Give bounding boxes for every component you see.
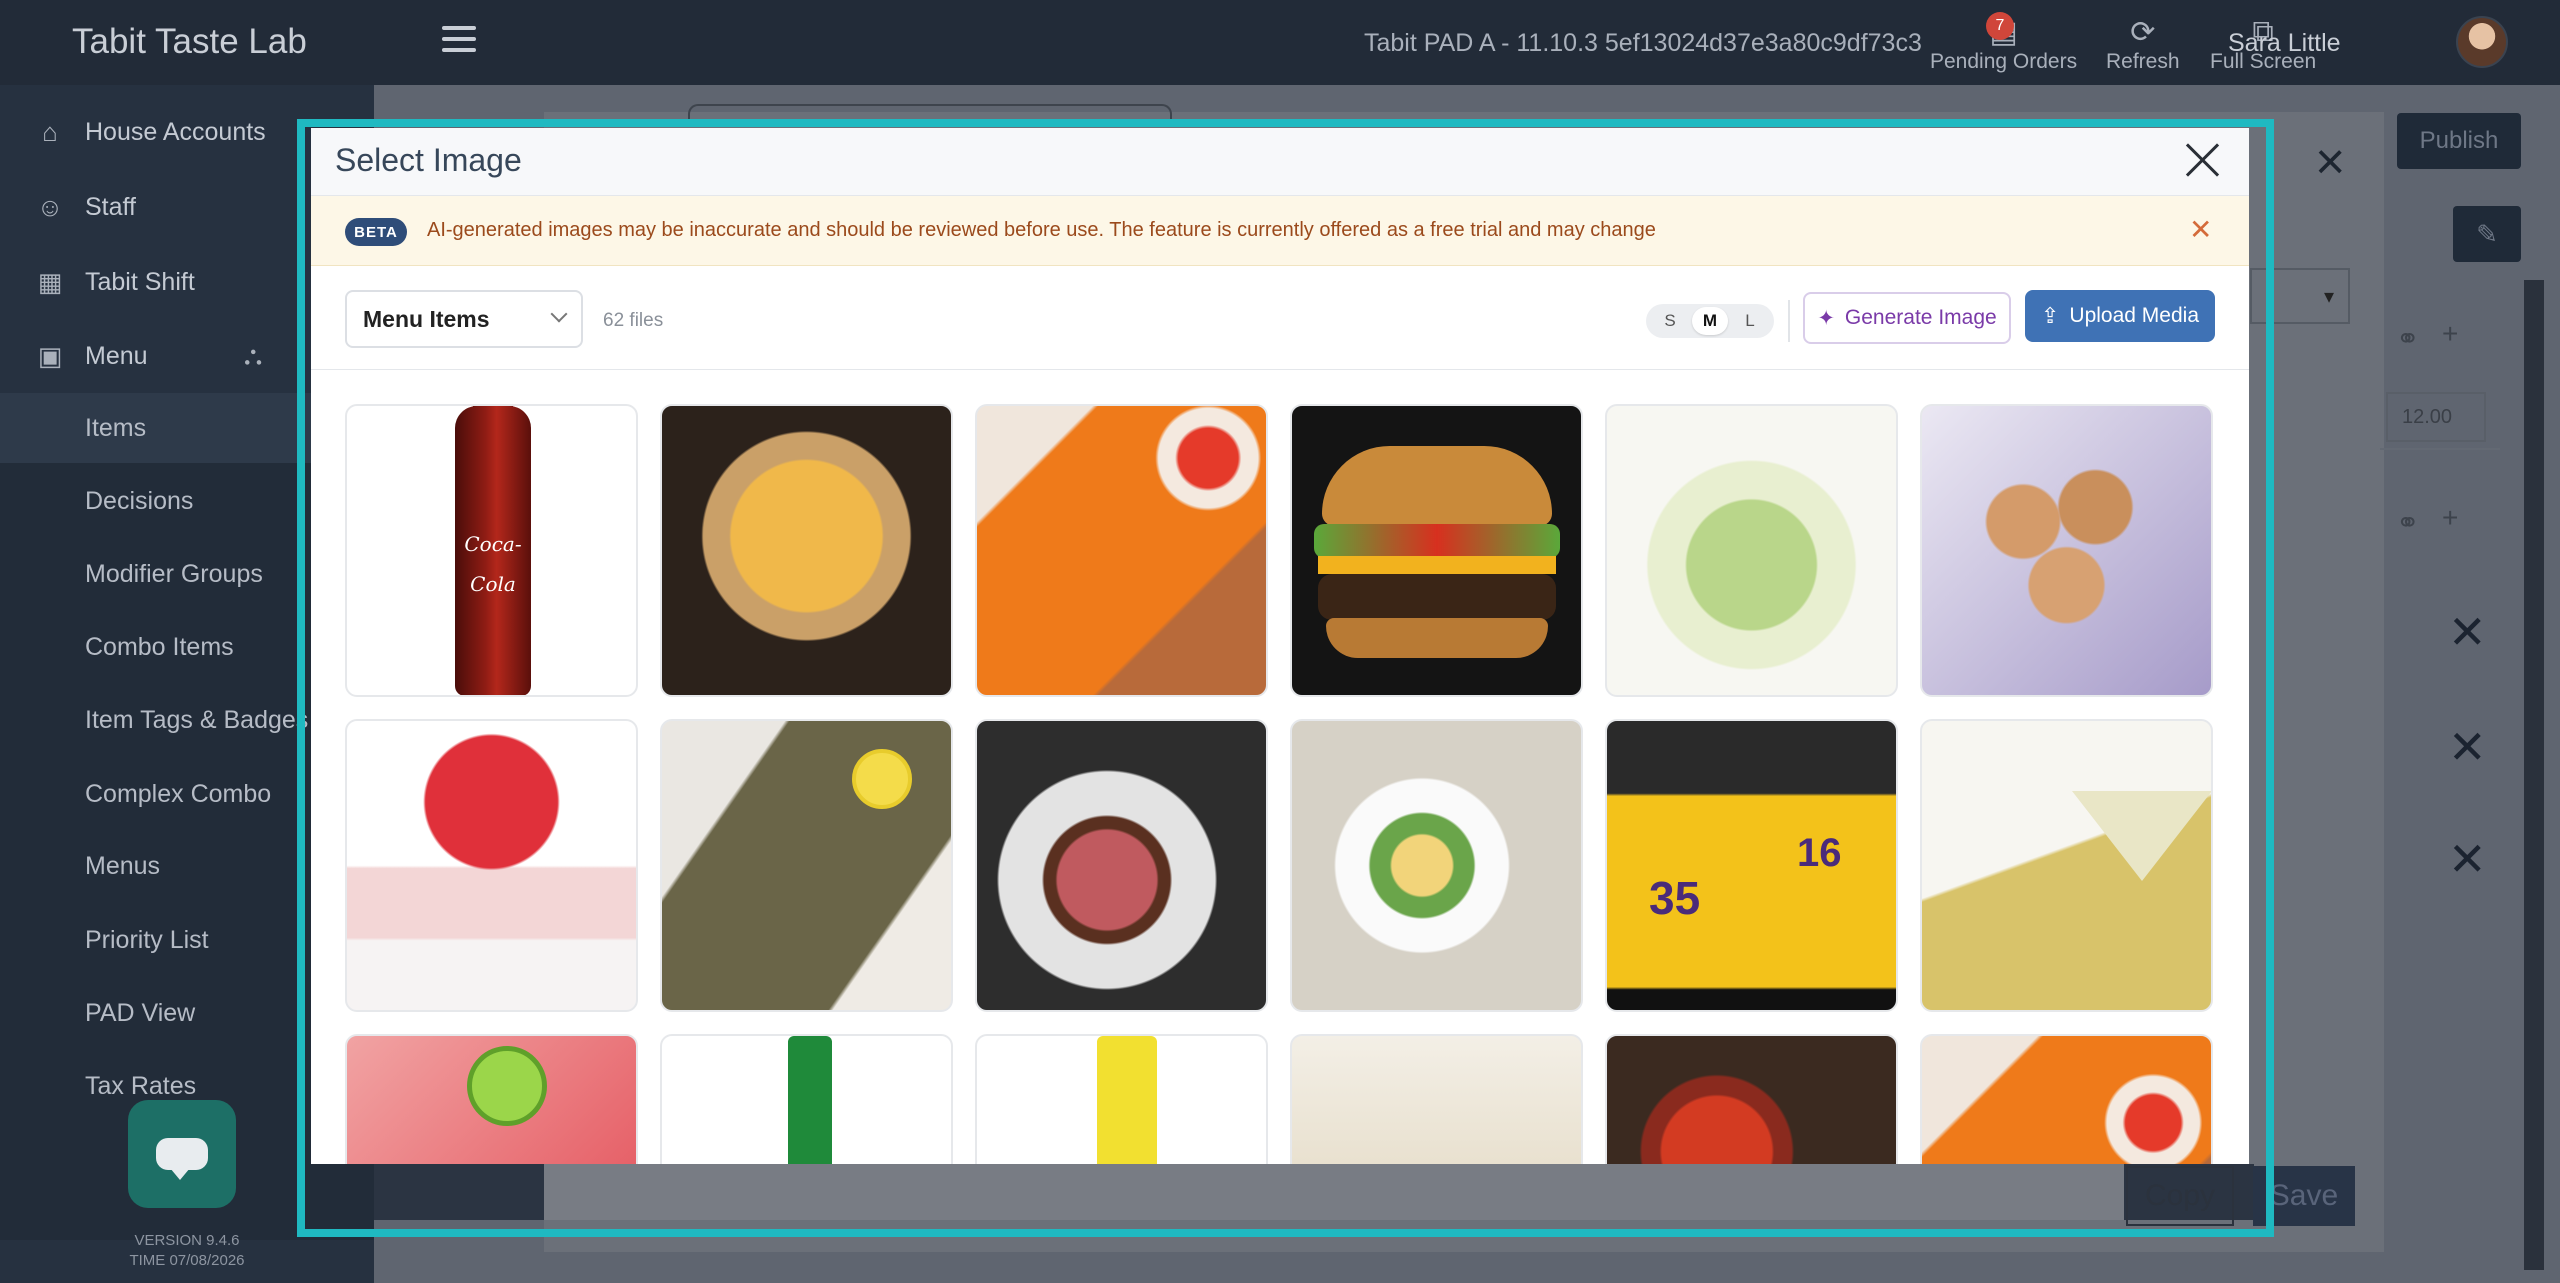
link-icon[interactable]: ⚭	[2396, 322, 2419, 355]
sitemap-icon[interactable]: ⛬	[244, 340, 262, 372]
pending-orders-badge: 7	[1986, 12, 2014, 40]
sidebar-item-label: Menu	[85, 341, 148, 370]
title-field-edge	[688, 104, 1172, 120]
app-title: Tabit Taste Lab	[72, 22, 307, 61]
remove-icon[interactable]: ✕	[2448, 832, 2487, 886]
sidebar-item-label: Items	[85, 413, 147, 442]
scrollbar[interactable]	[2524, 280, 2544, 1270]
pending-orders-label: Pending Orders	[1930, 50, 2078, 73]
remove-icon[interactable]: ✕	[2448, 605, 2487, 659]
link-icon[interactable]: ⚭	[2396, 506, 2419, 539]
sidebar-item-label: Decisions	[85, 486, 194, 515]
plus-icon[interactable]: +	[2442, 318, 2458, 350]
time-label: TIME 07/08/2026	[129, 1252, 245, 1269]
editor-close-icon[interactable]: ×	[2315, 136, 2345, 188]
sidebar-item-label: PAD View	[85, 998, 196, 1027]
publish-button[interactable]: Publish	[2397, 113, 2521, 169]
remove-icon[interactable]: ✕	[2448, 720, 2487, 774]
focus-highlight	[297, 119, 2274, 1237]
sidebar-item-label: Complex Combo	[85, 779, 272, 808]
hamburger-menu-icon[interactable]	[442, 26, 476, 52]
chat-support-button[interactable]	[128, 1100, 236, 1208]
sidebar-item-label: Item Tags & Badges	[85, 705, 309, 734]
sidebar-item-label: Menus	[85, 851, 161, 880]
chat-bubble-icon	[156, 1138, 208, 1180]
sidebar-item-label: Priority List	[85, 925, 209, 954]
calendar-clock-icon: ▦	[37, 266, 63, 297]
pending-orders-button[interactable]: ▤ 7 Pending Orders	[1930, 12, 2078, 74]
menu-book-icon: ▣	[37, 340, 63, 371]
price-field[interactable]: 12.00	[2386, 392, 2486, 442]
sidebar-item-label: Staff	[85, 192, 136, 221]
avatar[interactable]	[2456, 16, 2508, 68]
pencil-icon[interactable]: ✎	[2453, 206, 2521, 262]
refresh-label: Refresh	[2106, 50, 2180, 73]
divider	[2380, 448, 2500, 450]
sidebar-item-label: Combo Items	[85, 632, 234, 661]
user-name[interactable]: Sara Little	[2228, 29, 2341, 58]
sidebar-item-label: House Accounts	[85, 117, 266, 146]
people-icon: ☺	[36, 191, 64, 222]
sidebar-item-label: Tabit Shift	[85, 267, 195, 296]
refresh-icon: ⟳	[2130, 15, 2156, 49]
house-dollar-icon: ⌂	[42, 116, 58, 147]
sidebar-item-label: Tax Rates	[85, 1071, 197, 1100]
device-info: Tabit PAD A - 11.10.3 5ef13024d37e3a80c9…	[1364, 29, 1922, 57]
top-header: Tabit Taste Lab Tabit PAD A - 11.10.3 5e…	[0, 0, 2560, 85]
sidebar-item-label: Modifier Groups	[85, 559, 263, 588]
refresh-button[interactable]: ⟳ Refresh	[2106, 14, 2180, 74]
plus-icon[interactable]: +	[2442, 502, 2458, 534]
